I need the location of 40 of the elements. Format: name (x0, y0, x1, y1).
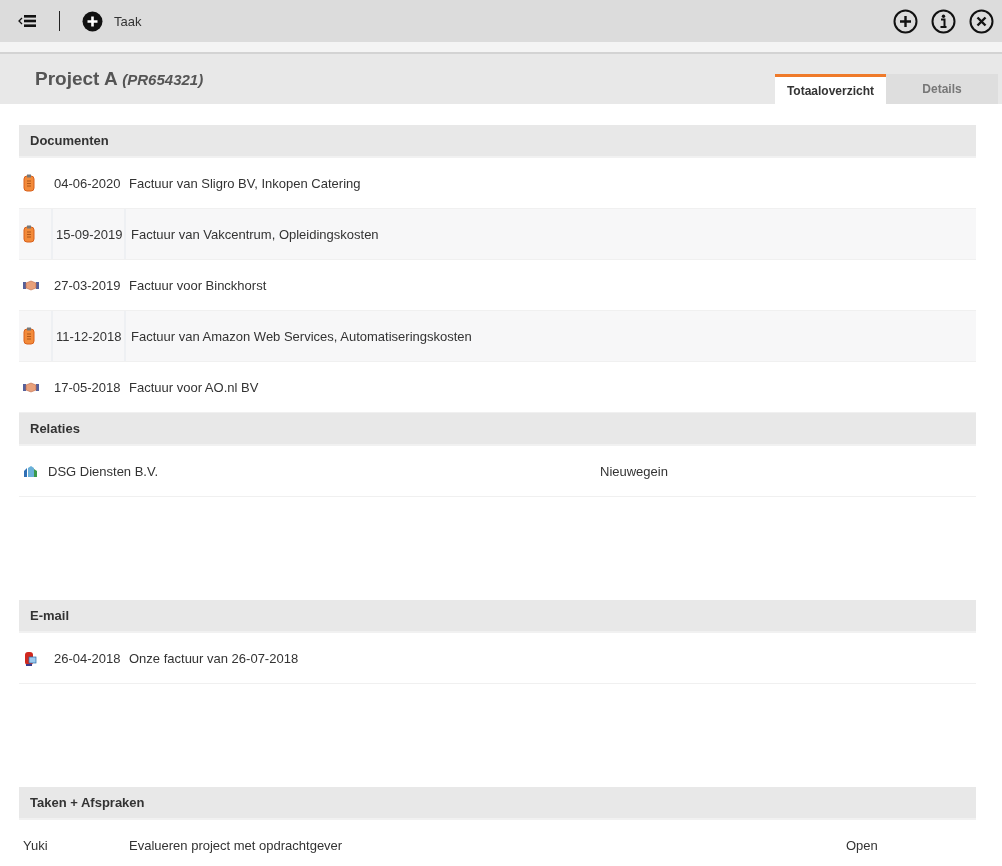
clipboard-icon (23, 174, 35, 192)
plus-circle-icon (82, 10, 103, 32)
clipboard-icon (23, 225, 35, 243)
section-title: E-mail (30, 608, 69, 623)
task-description: Evalueren project met opdrachtgever (129, 837, 343, 853)
close-icon (969, 8, 994, 34)
document-date: 15-09-2019 (56, 226, 123, 242)
section-title: Relaties (30, 421, 80, 436)
email-date: 26-04-2018 (54, 650, 121, 666)
add-button[interactable] (893, 8, 918, 34)
add-icon (893, 8, 918, 34)
mailbox-icon (23, 650, 37, 666)
document-date: 27-03-2019 (54, 277, 121, 293)
section-title: Taken + Afspraken (30, 795, 145, 810)
relation-name: DSG Diensten B.V. (48, 463, 159, 479)
clipboard-icon (23, 327, 35, 345)
email-subject: Onze factuur van 26-07-2018 (129, 650, 299, 666)
handshake-icon (23, 381, 39, 393)
tab[interactable]: Totaaloverzicht (775, 74, 886, 104)
info-icon (931, 8, 956, 34)
document-description: Factuur van Amazon Web Services, Automatiseringskosten (131, 328, 472, 344)
new-task-button[interactable]: Taak (82, 10, 142, 32)
project-title: Project A (PR654321) (35, 68, 204, 90)
relation-city: Nieuwegein (600, 463, 668, 479)
task-status: Open (846, 837, 878, 853)
document-description: Factuur voor Binckhorst (129, 277, 267, 293)
handshake-icon (23, 279, 39, 291)
document-description: Factuur van Vakcentrum, Opleidingskosten (131, 226, 379, 242)
task-person: Yuki (23, 837, 48, 853)
buildings-icon (23, 464, 38, 478)
document-description: Factuur voor AO.nl BV (129, 379, 259, 395)
collapse-menu-icon (18, 13, 38, 29)
document-date: 11-12-2018 (56, 328, 122, 344)
document-date: 04-06-2020 (54, 175, 121, 191)
collapse-menu-button[interactable] (18, 13, 38, 29)
document-description: Factuur van Sligro BV, Inkopen Catering (129, 175, 361, 191)
info-button[interactable] (931, 8, 956, 34)
document-date: 17-05-2018 (54, 379, 121, 395)
close-button[interactable] (969, 8, 994, 34)
section-title: Documenten (30, 133, 109, 148)
